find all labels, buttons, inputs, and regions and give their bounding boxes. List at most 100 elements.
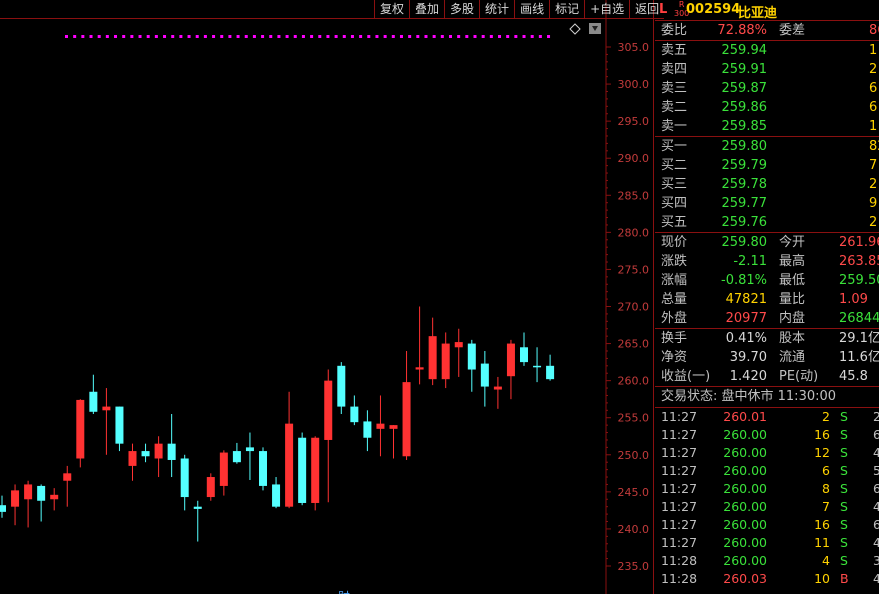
scroll-indicator-icon[interactable] bbox=[589, 23, 601, 34]
trade-time: 11:27 bbox=[661, 499, 698, 514]
bid-price: 259.77 bbox=[721, 196, 768, 211]
candle-up bbox=[389, 425, 398, 429]
trade-price: 260.01 bbox=[723, 409, 767, 424]
y-tick-label: 255.0 bbox=[618, 412, 650, 425]
stat-value: 1.09 bbox=[839, 292, 868, 307]
trade-side: S bbox=[840, 445, 848, 460]
trade-row: 11:27 260.00 8 S 6 bbox=[655, 480, 879, 498]
y-tick-label: 270.0 bbox=[618, 301, 650, 314]
kline-chart[interactable]: 305.0 300.0 295.0 290.0 285.0 280.0 275.0 270.0… bbox=[0, 0, 654, 594]
trade-price: 260.00 bbox=[723, 535, 767, 550]
bid-label: 买五 bbox=[661, 215, 688, 230]
trade-time: 11:27 bbox=[661, 427, 698, 442]
ask-price: 259.85 bbox=[721, 119, 768, 134]
dotted-marker bbox=[122, 35, 126, 38]
bid-price: 259.78 bbox=[721, 177, 768, 192]
candle-down bbox=[337, 365, 346, 407]
stat-value: -2.11 bbox=[733, 254, 767, 269]
candle-down bbox=[259, 451, 267, 486]
weicha-value: 86 bbox=[869, 23, 879, 38]
ask-level-1: 卖一 259.85 1 bbox=[655, 117, 879, 136]
trade-time: 11:28 bbox=[661, 571, 698, 586]
trade-count: 3 bbox=[873, 553, 879, 568]
finance-event-marker: 财 bbox=[338, 590, 350, 594]
dotted-marker bbox=[269, 35, 273, 38]
overlay-button[interactable]: 叠加 bbox=[409, 0, 445, 19]
trade-row: 11:27 260.00 6 S 5 bbox=[655, 462, 879, 480]
y-tick-label: 240.0 bbox=[618, 523, 650, 536]
tick-trades-list[interactable]: 11:27 260.01 2 S 2 11:27 260.00 16 S 6 11:27 260.00… bbox=[655, 408, 879, 588]
trade-volume: 12 bbox=[814, 445, 830, 460]
fundamental-row: 净资 39.70 流通 11.6亿 bbox=[655, 348, 879, 367]
kline-chart-area[interactable]: 305.0 300.0 295.0 290.0 285.0 280.0 275.0 270.0… bbox=[0, 0, 665, 594]
trade-price: 260.00 bbox=[723, 499, 767, 514]
bid-book: 买一 259.80 82 买二 259.79 7 买三 259.78 2 买四 259.77 9 买五 2… bbox=[655, 137, 879, 232]
dotted-marker bbox=[179, 35, 183, 38]
candle-up bbox=[76, 399, 85, 459]
bid-level-2: 买二 259.79 7 bbox=[655, 156, 879, 175]
candle-up bbox=[50, 494, 59, 500]
fundamental-row: 换手 0.41% 股本 29.1亿 bbox=[655, 329, 879, 348]
trade-side: S bbox=[840, 535, 848, 550]
multi-stock-button[interactable]: 多股 bbox=[444, 0, 480, 19]
trade-side: S bbox=[840, 499, 848, 514]
dotted-marker bbox=[448, 35, 452, 38]
dotted-marker bbox=[301, 35, 305, 38]
trade-count: 4 bbox=[873, 445, 879, 460]
dotted-marker bbox=[65, 35, 68, 38]
trade-side: S bbox=[840, 553, 848, 568]
trade-count: 6 bbox=[873, 517, 879, 532]
bid-level-3: 买三 259.78 2 bbox=[655, 175, 879, 194]
dotted-marker bbox=[252, 35, 256, 38]
dotted-marker bbox=[138, 35, 142, 38]
chart-toolbar: 复权 叠加 多股 统计 画线 标记 +自选 返回 bbox=[374, 0, 665, 19]
candle-up bbox=[441, 343, 450, 380]
candle-down bbox=[89, 391, 98, 412]
candle-down bbox=[272, 484, 281, 507]
dotted-marker bbox=[440, 35, 444, 38]
stat-label: 换手 bbox=[661, 331, 688, 346]
trade-side: S bbox=[840, 517, 848, 532]
trade-count: 5 bbox=[873, 463, 879, 478]
candle-down bbox=[467, 343, 476, 370]
candle-up bbox=[402, 382, 411, 457]
stat-value: 1.420 bbox=[729, 369, 767, 384]
candle-down bbox=[115, 406, 124, 444]
dotted-marker bbox=[538, 35, 542, 38]
trade-side: S bbox=[840, 463, 848, 478]
ask-level-3: 卖三 259.87 6 bbox=[655, 79, 879, 98]
dotted-marker bbox=[105, 35, 109, 38]
candle-up bbox=[415, 367, 424, 370]
ask-label: 卖三 bbox=[661, 81, 688, 96]
bid-qty: 2 bbox=[869, 215, 878, 230]
ask-price: 259.87 bbox=[721, 81, 768, 96]
trade-side: S bbox=[840, 481, 848, 496]
trade-count: 4 bbox=[873, 571, 879, 586]
trade-price: 260.00 bbox=[723, 463, 767, 478]
candle-down bbox=[480, 363, 489, 387]
statistics-button[interactable]: 统计 bbox=[479, 0, 515, 19]
ask-qty: 6 bbox=[869, 81, 878, 96]
restore-rights-button[interactable]: 复权 bbox=[374, 0, 410, 19]
dotted-marker bbox=[350, 35, 354, 38]
trade-count: 2 bbox=[873, 409, 879, 424]
dotted-marker bbox=[408, 35, 412, 38]
add-watchlist-button[interactable]: +自选 bbox=[584, 0, 630, 19]
trade-volume: 8 bbox=[822, 481, 830, 496]
trade-time: 11:27 bbox=[661, 481, 698, 496]
mark-button[interactable]: 标记 bbox=[549, 0, 585, 19]
trade-count: 4 bbox=[873, 499, 879, 514]
stat-value: 29.1亿 bbox=[839, 331, 879, 346]
trade-row: 11:27 260.00 11 S 4 bbox=[655, 534, 879, 552]
dotted-marker bbox=[457, 35, 461, 38]
trade-row: 11:27 260.00 12 S 4 bbox=[655, 444, 879, 462]
y-tick-label: 250.0 bbox=[618, 449, 650, 462]
trade-row: 11:27 260.00 16 S 6 bbox=[655, 426, 879, 444]
dotted-marker bbox=[89, 35, 93, 38]
weibi-value: 72.88% bbox=[717, 23, 767, 38]
candle-up bbox=[311, 437, 320, 503]
dotted-marker bbox=[310, 35, 314, 38]
draw-line-button[interactable]: 画线 bbox=[514, 0, 550, 19]
weibi-row: 委比 72.88% 委差 86 bbox=[655, 21, 879, 40]
y-tick-label: 290.0 bbox=[618, 152, 650, 165]
